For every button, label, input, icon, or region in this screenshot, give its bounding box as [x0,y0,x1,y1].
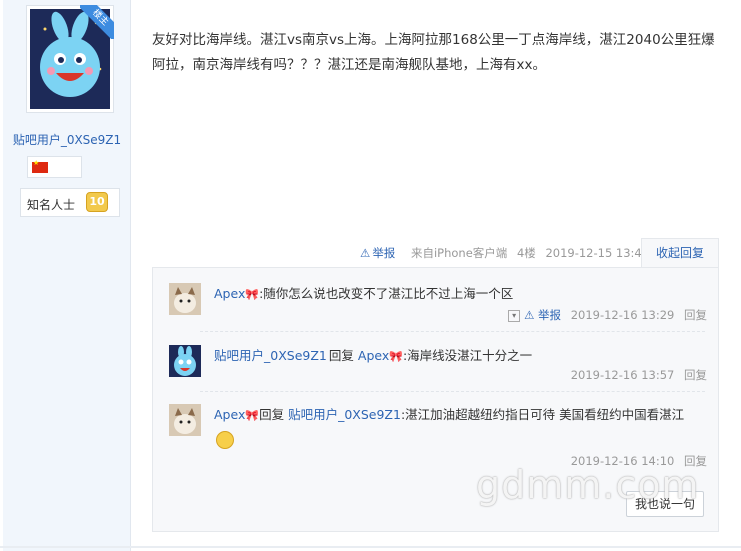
reply-body: :湛江加油超越纽约指日可待 美国看纽约中国看湛江 [400,407,685,422]
author-avatar[interactable]: 楼主 [26,5,114,113]
reply-meta: 2019-12-16 13:57 回复 [571,367,707,383]
divider [200,331,705,332]
smile-emoji-icon [216,430,234,449]
china-flag-icon [32,159,48,173]
reply-report-link[interactable]: ⚠ 举报 [524,308,561,322]
level-badge[interactable]: 知名人士 10 [20,188,120,217]
reply-text: 贴吧用户_0XSe9Z1 回复 Apex🎀:海岸线没湛江十分之一 [214,348,533,363]
reply-user[interactable]: Apex [214,407,245,422]
post-time: 2019-12-15 13:46 [545,246,650,260]
divider [200,391,705,392]
reply-target[interactable]: Apex [358,348,389,363]
reply-button[interactable]: 回复 [684,368,707,382]
reply-item: 贴吧用户_0XSe9Z1 回复 Apex🎀:海岸线没湛江十分之一 2019-12-1… [167,342,707,390]
bow-icon: 🎀 [389,350,403,363]
reply-text: Apex🎀:随你怎么说也改变不了湛江比不过上海一个区 [214,282,714,306]
reply-body: :海岸线没湛江十分之一 [402,348,533,363]
reply-target[interactable]: 贴吧用户_0XSe9Z1 [288,407,401,422]
op-badge: 楼主 [80,5,114,39]
collapse-replies-button[interactable]: 收起回复 [641,238,719,268]
bow-icon: 🎀 [245,288,260,301]
dropdown-icon[interactable]: ▾ [508,309,521,322]
site-watermark: gdmm.com [476,463,700,507]
post-floor: 4楼 [516,246,536,260]
warning-icon: ⚠ [524,308,535,322]
post-meta: ⚠ 举报 来自iPhone客户端 4楼 2019-12-15 13:46 [360,245,655,263]
reply-user[interactable]: Apex [214,286,245,301]
level-title: 知名人士 [27,198,76,212]
reply-item: Apex🎀:随你怎么说也改变不了湛江比不过上海一个区 ▾ ⚠ 举报 2019-12… [167,280,707,328]
reply-avatar[interactable] [169,283,201,315]
level-number: 10 [86,192,108,212]
reply-body: :随你怎么说也改变不了湛江比不过上海一个区 [259,286,514,301]
reply-meta: ▾ ⚠ 举报 2019-12-16 13:29 回复 [508,307,707,323]
reply-time: 2019-12-16 13:29 [570,308,675,322]
report-link[interactable]: ⚠ 举报 [360,246,401,260]
reply-text: Apex🎀回复 贴吧用户_0XSe9Z1:湛江加油超越纽约指日可待 美国看纽约中国… [214,403,704,450]
reply-avatar[interactable] [169,404,201,436]
post-content: 友好对比海岸线。湛江vs南京vs上海。上海阿拉那168公里一丁点海岸线，湛江20… [152,32,715,73]
reply-avatar[interactable] [169,345,201,377]
flag-badge[interactable] [27,156,82,178]
author-sidebar: 楼主 贴吧用户_0XSe9Z1 知名人士 10 [3,0,131,551]
reply-button[interactable]: 回复 [684,308,707,322]
post-source: 来自iPhone客户端 [410,246,508,260]
bow-icon: 🎀 [245,409,260,422]
divider [0,546,741,548]
author-name[interactable]: 贴吧用户_0XSe9Z1 [3,131,131,148]
reply-time: 2019-12-16 13:57 [570,368,675,382]
warning-icon: ⚠ [360,246,371,260]
reply-user[interactable]: 贴吧用户_0XSe9Z1 [214,348,327,363]
